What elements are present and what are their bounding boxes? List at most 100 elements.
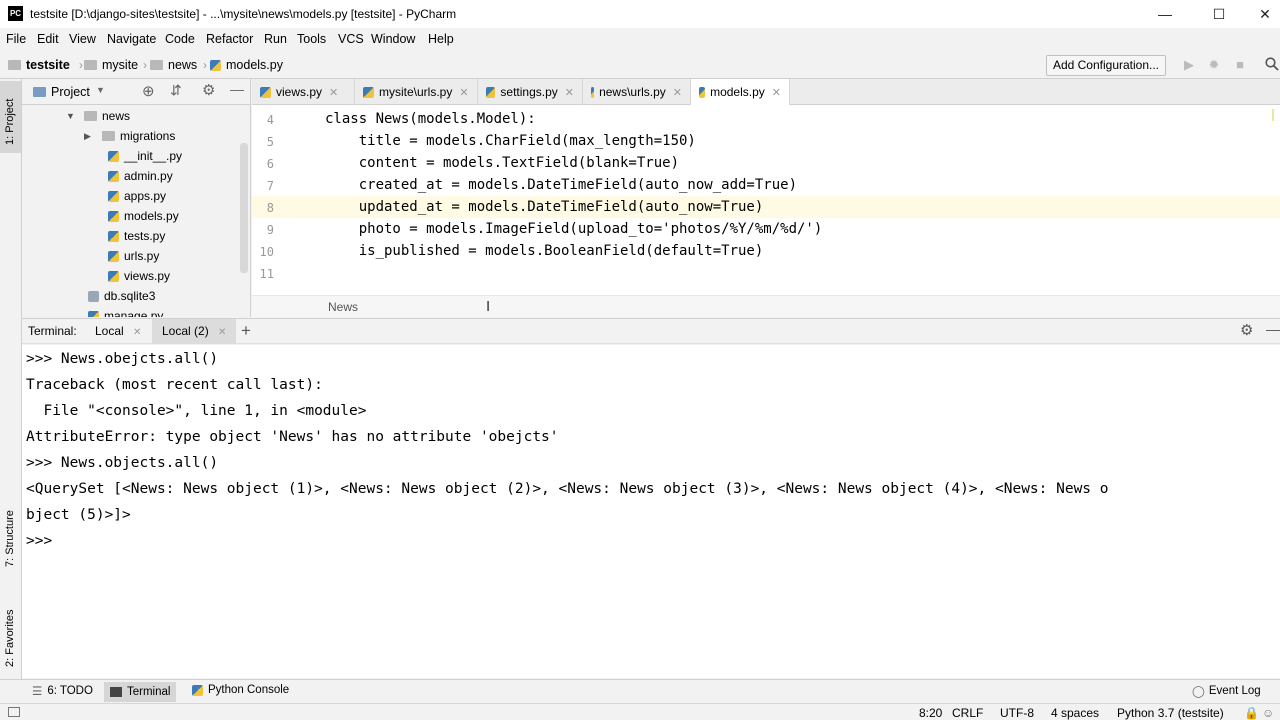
tree-item-tests[interactable]: tests.py [108,226,165,246]
folder-icon [84,111,97,121]
editor-gutter: 4 5 6 7 8 9 10 11 [252,105,322,295]
inspector-icon[interactable]: ☺ [1262,706,1274,720]
minimize-button[interactable]: — [1142,0,1188,28]
project-tree: ▼ news ▶ migrations __init__.py admin.py… [22,106,238,317]
close-tab-icon[interactable]: ✕ [673,86,682,99]
close-tab-icon[interactable]: ✕ [772,86,781,99]
terminal-line: Traceback (most recent call last): [26,377,323,393]
menu-run[interactable]: Run [264,32,287,46]
tree-item-urls[interactable]: urls.py [108,246,159,266]
menu-refactor[interactable]: Refactor [206,32,253,46]
code-line: updated_at = models.DateTimeField(auto_n… [325,199,764,215]
hide-panel-icon[interactable]: — [230,81,244,97]
python-interpreter[interactable]: Python 3.7 (testsite) [1117,706,1224,720]
tab-todo[interactable]: ☰ 6: TODO [32,684,93,698]
add-configuration-button[interactable]: Add Configuration... [1046,55,1166,76]
editor-marker [1272,109,1278,121]
tree-item-admin[interactable]: admin.py [108,166,173,186]
close-tab-icon[interactable]: ✕ [218,327,226,338]
project-tool-tab[interactable]: 1: Project [0,81,21,153]
search-icon[interactable] [1264,57,1280,73]
project-panel-header: Project ▼ ⊕ ⇵ ⚙ — [22,79,251,105]
folder-icon [8,60,21,70]
stop-icon[interactable]: ■ [1232,57,1248,73]
hide-panel-icon[interactable]: — [1266,321,1280,337]
code-line: photo = models.ImageField(upload_to='pho… [325,221,823,237]
tab-models[interactable]: models.py ✕ [691,79,790,105]
tree-item-init[interactable]: __init__.py [108,146,182,166]
file-encoding[interactable]: UTF-8 [1000,706,1034,720]
new-terminal-icon[interactable]: + [241,321,251,341]
tree-item-apps[interactable]: apps.py [108,186,166,206]
python-file-icon [363,86,374,98]
terminal-line: File "<console>", line 1, in <module> [26,403,367,419]
maximize-button[interactable]: ☐ [1196,0,1242,28]
tree-item-manage[interactable]: manage.py [88,306,163,317]
tab-python-console[interactable]: Python Console [192,684,289,696]
breadcrumb-mysite[interactable]: mysite [84,58,138,72]
menu-help[interactable]: Help [428,32,454,46]
close-button[interactable]: ✕ [1242,0,1280,28]
menu-bar: File Edit View Navigate Code Refactor Ru… [0,28,1280,52]
tree-item-news[interactable]: ▼ news [66,106,130,126]
breadcrumb-news[interactable]: news [150,58,197,72]
menu-tools[interactable]: Tools [297,32,326,46]
tab-mysite-urls[interactable]: mysite\urls.py ✕ [355,79,478,105]
close-tab-icon[interactable]: ✕ [133,327,141,338]
terminal-output[interactable]: >>> News.obejcts.all() Traceback (most r… [22,345,1280,678]
tab-news-urls[interactable]: news\urls.py ✕ [583,79,691,105]
indentation[interactable]: 4 spaces [1051,706,1099,720]
line-separator[interactable]: CRLF [952,706,983,720]
menu-vcs[interactable]: VCS [338,32,364,46]
code-editor[interactable]: 4 5 6 7 8 9 10 11 class News(models.Mode… [252,105,1280,295]
caret-position[interactable]: 8:20 [919,706,942,720]
collapse-all-icon[interactable]: ⇵ [170,82,182,99]
breadcrumb-news-class[interactable]: News [328,300,358,314]
menu-file[interactable]: File [6,32,26,46]
menu-code[interactable]: Code [165,32,195,46]
gear-icon[interactable]: ⚙ [1240,321,1253,339]
python-file-icon [108,150,119,162]
python-file-icon [108,270,119,282]
terminal-line: <QuerySet [<News: News object (1)>, <New… [26,481,1109,497]
line-number: 7 [266,179,274,193]
python-file-icon [486,86,496,98]
python-file-icon [699,86,706,98]
tab-views[interactable]: views.py ✕ [252,79,355,105]
chevron-down-icon[interactable]: ▼ [96,85,105,95]
favorites-tool-tab[interactable]: 2: Favorites [0,589,21,674]
run-icon[interactable]: ▶ [1181,57,1197,73]
tab-settings[interactable]: settings.py ✕ [478,79,583,105]
python-file-icon [260,86,271,98]
close-tab-icon[interactable]: ✕ [329,86,338,99]
gear-icon[interactable]: ⚙ [202,81,215,99]
menu-view[interactable]: View [69,32,96,46]
navigation-bar: testsite › mysite › news › models.py Add… [0,52,1280,79]
tree-item-models[interactable]: models.py [108,206,179,226]
python-file-icon [108,210,119,222]
project-scrollbar[interactable] [240,143,248,273]
terminal-tab-local-2[interactable]: Local (2) ✕ [152,319,237,344]
breadcrumb-testsite[interactable]: testsite [8,58,70,72]
locate-icon[interactable]: ⊕ [142,82,155,100]
terminal-tab-local[interactable]: Local ✕ [87,319,149,344]
terminal-line: >>> News.obejcts.all() [26,351,219,367]
close-tab-icon[interactable]: ✕ [459,86,468,99]
debug-icon[interactable]: ✹ [1206,57,1222,73]
menu-navigate[interactable]: Navigate [107,32,156,46]
terminal-line: >>> News.objects.all() [26,455,219,471]
menu-edit[interactable]: Edit [37,32,59,46]
tree-item-views[interactable]: views.py [108,266,170,286]
tree-item-db[interactable]: db.sqlite3 [88,286,155,306]
lock-icon[interactable]: 🔒 [1244,706,1259,720]
tab-terminal[interactable]: Terminal [104,682,177,702]
tree-item-migrations[interactable]: ▶ migrations [84,126,175,146]
event-log-button[interactable]: ◯ Event Log [1192,684,1261,698]
menu-window[interactable]: Window [371,32,415,46]
project-panel-title[interactable]: Project [51,85,90,99]
breadcrumb-models[interactable]: models.py [210,58,283,72]
close-tab-icon[interactable]: ✕ [565,86,574,99]
folder-icon [84,60,97,70]
structure-tool-tab[interactable]: 7: Structure [0,489,21,574]
tool-windows-toggle-icon[interactable] [8,707,20,717]
